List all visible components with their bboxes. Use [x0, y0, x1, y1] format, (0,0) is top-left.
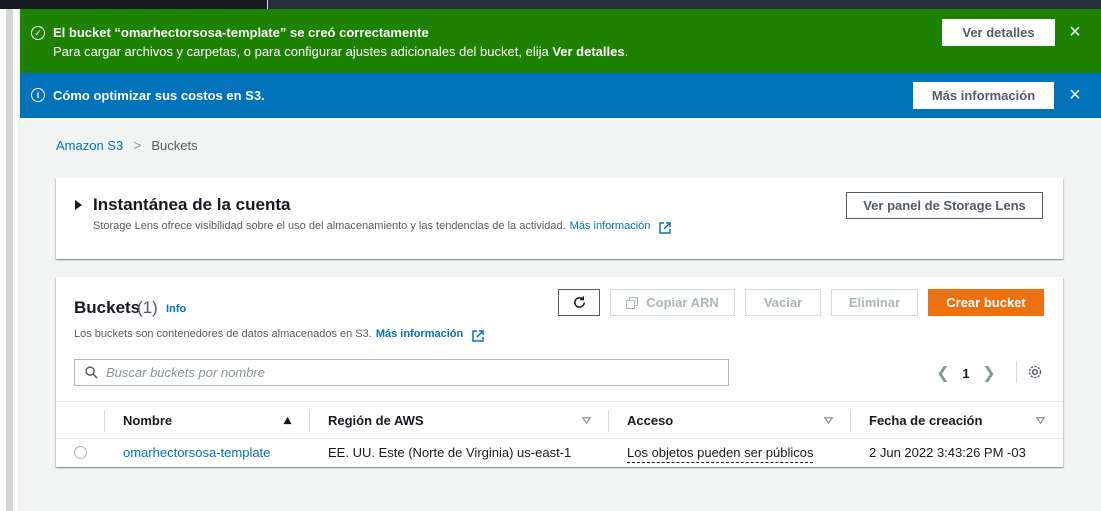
- more-info-button[interactable]: Más información: [913, 82, 1054, 109]
- copy-arn-button[interactable]: Copiar ARN: [610, 289, 735, 316]
- account-snapshot-panel: Instantánea de la cuenta Storage Lens of…: [56, 178, 1063, 259]
- close-icon[interactable]: ×: [1066, 22, 1084, 42]
- bucket-access[interactable]: Los objetos pueden ser públicos: [627, 445, 814, 463]
- snapshot-more-info-link[interactable]: Más información: [570, 220, 651, 232]
- info-circle-icon: i: [31, 88, 45, 102]
- buckets-more-info-link[interactable]: Más información: [376, 328, 463, 340]
- breadcrumb-buckets: Buckets: [151, 137, 198, 153]
- pagination: ❮ 1 ❯: [934, 364, 998, 382]
- sort-icon[interactable]: [582, 416, 591, 425]
- browser-tab-edge: [0, 0, 268, 9]
- bucket-region: EE. UU. Este (Norte de Virginia) us-east…: [328, 445, 572, 460]
- create-bucket-button[interactable]: Crear bucket: [928, 289, 1044, 316]
- buckets-table-panel: Buckets (1) Info Los buckets son contene…: [56, 277, 1063, 467]
- info-flashbar: i Cómo optimizar sus costos en S3. Más i…: [20, 73, 1101, 118]
- column-divider: [850, 410, 851, 432]
- flash-success-desc-link: Ver detalles: [552, 44, 625, 59]
- chevron-right-icon: >: [133, 137, 142, 153]
- close-icon[interactable]: ×: [1066, 85, 1084, 105]
- column-header-created[interactable]: Fecha de creación: [869, 402, 982, 439]
- buckets-description: Los buckets son contenedores de datos al…: [74, 328, 484, 342]
- snapshot-desc-text: Storage Lens ofrece visibilidad sobre el…: [93, 220, 566, 232]
- pagination-divider: [1016, 361, 1017, 383]
- buckets-desc-text: Los buckets son contenedores de datos al…: [74, 328, 372, 340]
- gear-icon[interactable]: [1027, 364, 1043, 380]
- column-divider: [104, 410, 105, 432]
- search-icon: [85, 366, 98, 379]
- browser-top-strip: [0, 0, 1101, 9]
- table-header: Nombre Región de AWS Acceso Fecha de cre…: [56, 401, 1063, 439]
- external-link-icon[interactable]: [472, 330, 484, 342]
- sort-ascending-icon[interactable]: [283, 416, 292, 425]
- bucket-name-link[interactable]: omarhectorsosa-template: [123, 445, 270, 460]
- empty-bucket-button[interactable]: Vaciar: [745, 289, 821, 316]
- column-header-region[interactable]: Región de AWS: [328, 402, 424, 439]
- sort-icon[interactable]: [1036, 416, 1045, 425]
- column-header-name[interactable]: Nombre: [123, 402, 172, 439]
- buckets-info-link[interactable]: Info: [166, 303, 186, 315]
- search-buckets[interactable]: [74, 359, 729, 386]
- account-snapshot-description: Storage Lens ofrece visibilidad sobre el…: [93, 220, 672, 234]
- flash-success-desc-text: Para cargar archivos y carpetas, o para …: [53, 44, 553, 59]
- column-header-access[interactable]: Acceso: [627, 402, 673, 439]
- row-select-radio[interactable]: [74, 446, 87, 459]
- table-row: omarhectorsosa-template EE. UU. Este (No…: [56, 439, 1063, 466]
- view-storage-lens-button[interactable]: Ver panel de Storage Lens: [846, 192, 1043, 219]
- side-navigation-collapsed[interactable]: [0, 9, 19, 511]
- refresh-icon: [573, 296, 585, 308]
- column-divider: [309, 410, 310, 432]
- buckets-count: (1): [137, 298, 158, 317]
- view-details-button[interactable]: Ver detalles: [942, 19, 1055, 46]
- bucket-created-date: 2 Jun 2022 3:43:26 PM -03: [869, 445, 1026, 460]
- flash-success-title: El bucket “omarhectorsosa-template” se c…: [53, 25, 429, 40]
- success-flashbar: ✓ El bucket “omarhectorsosa-template” se…: [20, 9, 1101, 73]
- flash-success-desc-suffix: .: [624, 44, 629, 59]
- check-circle-icon: ✓: [31, 26, 45, 40]
- search-input[interactable]: [106, 365, 706, 380]
- column-divider: [608, 410, 609, 432]
- breadcrumb: Amazon S3 > Buckets: [56, 137, 198, 153]
- copy-arn-label: Copiar ARN: [646, 295, 719, 310]
- copy-icon: [626, 296, 639, 309]
- account-snapshot-title[interactable]: Instantánea de la cuenta: [93, 195, 290, 215]
- side-navigation-gutter: [6, 9, 13, 511]
- delete-bucket-button[interactable]: Eliminar: [831, 289, 918, 316]
- refresh-button[interactable]: [558, 289, 600, 316]
- current-page[interactable]: 1: [952, 366, 980, 381]
- chevron-right-icon[interactable]: ❯: [980, 364, 998, 382]
- sort-icon[interactable]: [824, 416, 833, 425]
- flash-success-description: Para cargar archivos y carpetas, o para …: [53, 44, 628, 59]
- caret-right-icon[interactable]: [75, 200, 82, 210]
- chevron-left-icon[interactable]: ❮: [934, 364, 952, 382]
- flash-info-title: Cómo optimizar sus costos en S3.: [53, 88, 265, 103]
- breadcrumb-amazon-s3[interactable]: Amazon S3: [56, 138, 123, 153]
- buckets-title: Buckets: [74, 298, 141, 317]
- external-link-icon[interactable]: [659, 222, 672, 234]
